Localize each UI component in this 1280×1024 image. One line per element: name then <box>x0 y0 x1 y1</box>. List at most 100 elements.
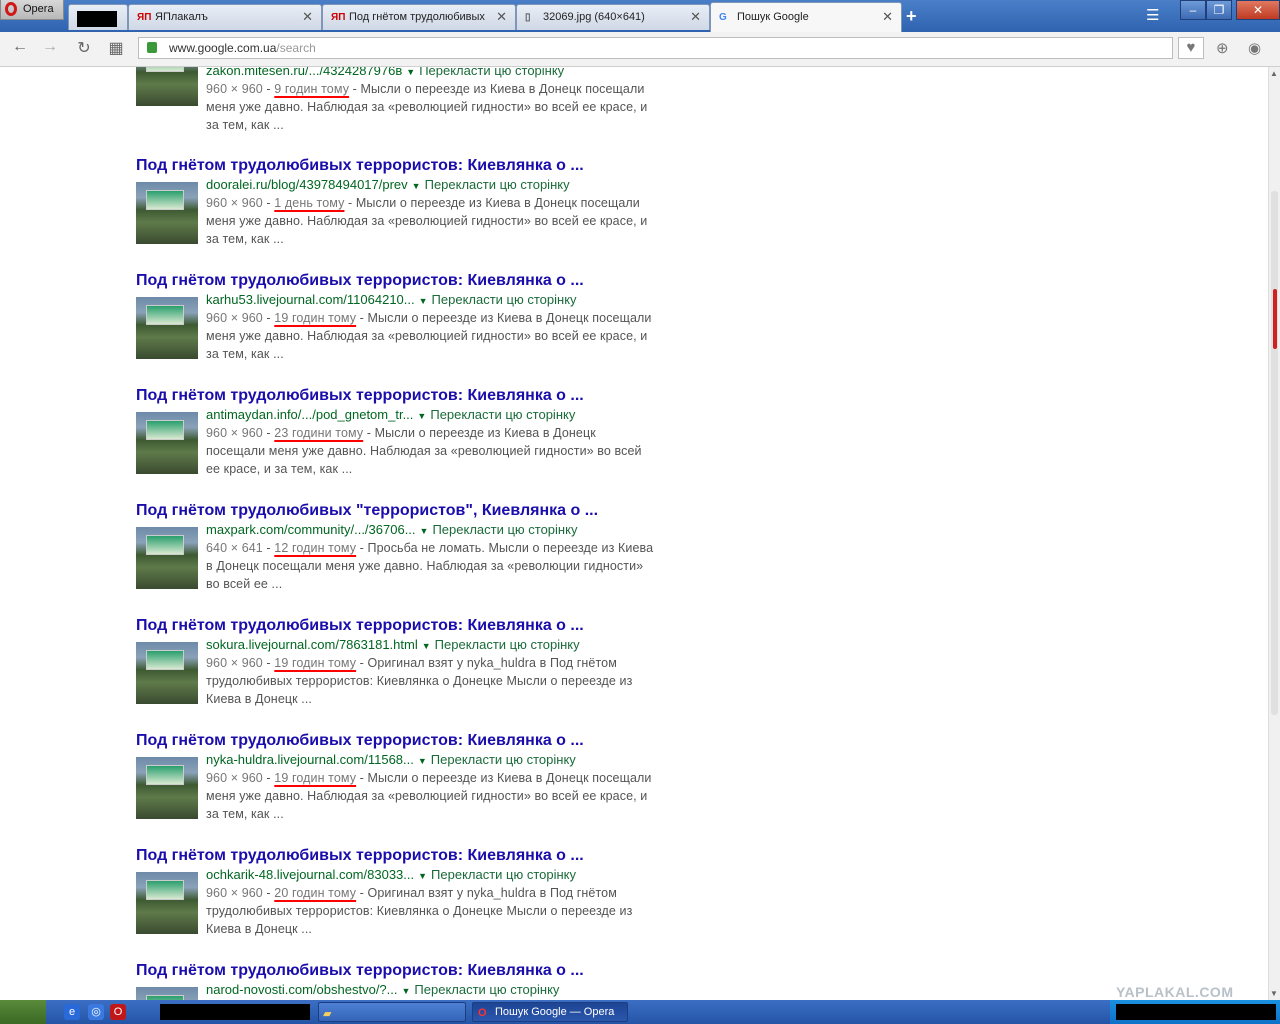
tab-google-search[interactable]: G Пошук Google ✕ <box>710 2 902 32</box>
search-result: Под гнётом трудолюбивых террористов: Кие… <box>136 156 736 246</box>
result-thumbnail[interactable] <box>136 757 198 819</box>
result-title[interactable]: Под гнётом трудолюбивых террористов: Кие… <box>136 156 736 176</box>
result-title[interactable]: Под гнётом трудолюбивых террористов: Кие… <box>136 386 736 406</box>
translate-link[interactable]: Перекласти цю сторінку <box>430 407 575 422</box>
scroll-down-icon[interactable]: ▼ <box>1270 989 1278 998</box>
close-window-button[interactable]: ✕ <box>1236 0 1280 20</box>
translate-link[interactable]: Перекласти цю сторінку <box>431 752 576 767</box>
result-title[interactable]: Под гнётом трудолюбивых террористов: Кие… <box>136 616 736 636</box>
secure-lock-icon <box>147 42 157 53</box>
scroll-track[interactable] <box>1271 191 1278 715</box>
snippet-text: Мысли о переезде из Киева в Донецк посещ… <box>206 426 642 476</box>
result-url[interactable]: narod-novosti.com/obshestvo/?... <box>206 982 398 997</box>
dropdown-arrow-icon[interactable]: ▼ <box>402 986 411 996</box>
start-button[interactable] <box>0 1000 46 1024</box>
dropdown-arrow-icon[interactable]: ▼ <box>420 526 429 536</box>
opera-menu-button[interactable]: Opera <box>0 0 64 20</box>
address-bar[interactable]: www.google.com.ua/search <box>138 37 1173 59</box>
translate-link[interactable]: Перекласти цю сторінку <box>432 292 577 307</box>
yaplakal-icon: ЯП <box>331 11 346 23</box>
tab-label: Под гнётом трудолюбивых <box>349 11 485 23</box>
translate-link[interactable]: Перекласти цю сторінку <box>425 177 570 192</box>
tab-redacted[interactable] <box>68 4 128 30</box>
dropdown-arrow-icon[interactable]: ▼ <box>422 641 431 651</box>
dropdown-arrow-icon[interactable]: ▼ <box>417 411 426 421</box>
quicklaunch-icon[interactable]: ◎ <box>88 1004 104 1020</box>
search-result: Под гнётом трудолюбивых террористов: Кие… <box>136 271 736 361</box>
result-url[interactable]: antimaydan.info/.../pod_gnetom_tr... <box>206 407 413 422</box>
vertical-scrollbar[interactable]: ▲ ▼ <box>1268 67 1280 1000</box>
tab-article[interactable]: ЯП Под гнётом трудолюбивых ✕ <box>322 4 516 30</box>
result-url-line: zakon.mitesen.ru/.../4324287976в ▼ Перекла… <box>206 67 564 81</box>
result-thumbnail[interactable] <box>136 297 198 359</box>
result-thumbnail[interactable] <box>136 182 198 244</box>
tab-bar: Opera ЯП ЯПлакалъ ✕ ЯП Под гнётом трудолюб… <box>0 0 1280 32</box>
taskbar-folder-task[interactable]: ▰ <box>318 1002 466 1022</box>
tab-menu-icon[interactable]: ☰ <box>1146 6 1159 24</box>
translate-link[interactable]: Перекласти цю сторінку <box>435 637 580 652</box>
forward-icon[interactable]: → <box>40 38 60 56</box>
maximize-button[interactable]: ❐ <box>1206 0 1232 20</box>
result-thumbnail[interactable] <box>136 642 198 704</box>
scroll-up-icon[interactable]: ▲ <box>1270 69 1278 78</box>
taskbar: e ◎ O ▰ O Пошук Google — Opera <box>0 1000 1280 1024</box>
opera-logo-icon <box>5 2 17 16</box>
result-url[interactable]: ochkarik-48.livejournal.com/83033... <box>206 867 414 882</box>
close-tab-icon[interactable]: ✕ <box>882 3 893 31</box>
opera-task-icon: O <box>478 1007 487 1019</box>
result-url[interactable]: karhu53.livejournal.com/11064210... <box>206 292 415 307</box>
result-thumbnail[interactable] <box>136 412 198 474</box>
result-url-line: ochkarik-48.livejournal.com/83033... ▼ Пер… <box>206 866 576 885</box>
opera-quicklaunch-icon[interactable]: O <box>110 1004 126 1020</box>
result-thumbnail[interactable] <box>136 67 198 106</box>
translate-link[interactable]: Перекласти цю сторінку <box>432 522 577 537</box>
minimize-button[interactable]: – <box>1180 0 1206 20</box>
dropdown-arrow-icon[interactable]: ▼ <box>418 756 427 766</box>
search-result: Под гнётом трудолюбивых террористов: Кие… <box>136 961 736 1000</box>
ie-icon[interactable]: e <box>64 1004 80 1020</box>
result-url[interactable]: maxpark.com/community/.../36706... <box>206 522 416 537</box>
result-url[interactable]: sokura.livejournal.com/7863181.html <box>206 637 418 652</box>
image-size: 960 × 960 <box>206 656 263 670</box>
dropdown-arrow-icon[interactable]: ▼ <box>419 296 428 306</box>
new-tab-button[interactable]: + <box>906 6 917 27</box>
result-title[interactable]: Под гнётом трудолюбивых террористов: Кие… <box>136 731 736 751</box>
dropdown-arrow-icon[interactable]: ▼ <box>412 181 421 191</box>
download-icon[interactable]: ⊕ <box>1216 39 1229 57</box>
bookmark-heart-icon[interactable]: ♥ <box>1178 37 1204 59</box>
close-tab-icon[interactable]: ✕ <box>690 5 701 29</box>
result-url-line: karhu53.livejournal.com/11064210... ▼ Пере… <box>206 291 577 310</box>
account-icon[interactable]: ◉ <box>1248 39 1261 57</box>
dropdown-arrow-icon[interactable]: ▼ <box>418 871 427 881</box>
dropdown-arrow-icon[interactable]: ▼ <box>406 67 415 77</box>
tab-image[interactable]: ▯ 32069.jpg (640×641) ✕ <box>516 4 710 30</box>
result-url[interactable]: dooralei.ru/blog/43978494017/prev <box>206 177 408 192</box>
close-tab-icon[interactable]: ✕ <box>496 5 507 29</box>
result-thumbnail[interactable] <box>136 527 198 589</box>
result-url-line: sokura.livejournal.com/7863181.html ▼ Пере… <box>206 636 580 655</box>
translate-link[interactable]: Перекласти цю сторінку <box>414 982 559 997</box>
search-result: Под гнётом трудолюбивых террористов: Кие… <box>136 386 736 476</box>
image-size: 960 × 960 <box>206 771 263 785</box>
speed-dial-icon[interactable]: ▦ <box>106 38 126 58</box>
image-size: 960 × 960 <box>206 311 263 325</box>
close-tab-icon[interactable]: ✕ <box>302 5 313 29</box>
tab-yaplakal[interactable]: ЯП ЯПлакалъ ✕ <box>128 4 322 30</box>
reload-icon[interactable]: ↻ <box>74 38 94 58</box>
result-title[interactable]: Под гнётом трудолюбивых "террористов", К… <box>136 501 736 521</box>
result-title[interactable]: Под гнётом трудолюбивых террористов: Кие… <box>136 961 736 981</box>
result-title[interactable]: Под гнётом трудолюбивых террористов: Кие… <box>136 271 736 291</box>
translate-link[interactable]: Перекласти цю сторінку <box>419 67 564 78</box>
scroll-thumb[interactable] <box>1273 289 1277 349</box>
taskbar-opera-task[interactable]: O Пошук Google — Opera <box>472 1002 628 1022</box>
result-url[interactable]: zakon.mitesen.ru/.../4324287976в <box>206 67 402 78</box>
translate-link[interactable]: Перекласти цю сторінку <box>431 867 576 882</box>
result-thumbnail[interactable] <box>136 872 198 934</box>
result-url[interactable]: nyka-huldra.livejournal.com/11568... <box>206 752 414 767</box>
google-icon: G <box>719 11 727 23</box>
result-thumbnail[interactable] <box>136 987 198 1000</box>
result-title[interactable]: Под гнётом трудолюбивых террористов: Кие… <box>136 846 736 866</box>
result-age: 9 годин тому <box>274 82 350 96</box>
back-icon[interactable]: ← <box>10 38 30 56</box>
result-age: 19 годин тому <box>274 311 357 325</box>
